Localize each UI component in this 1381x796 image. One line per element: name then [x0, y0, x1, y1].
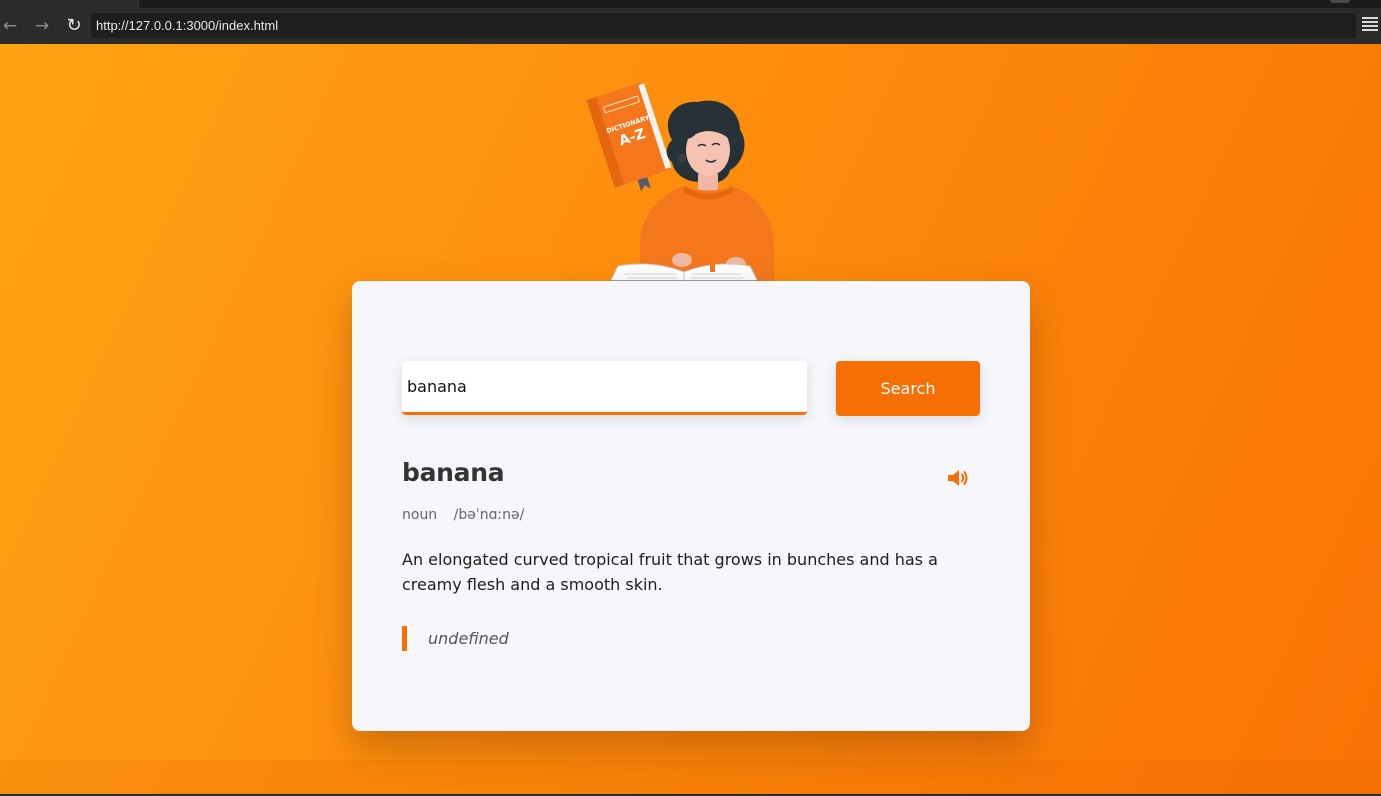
result-word: banana	[402, 458, 505, 487]
word-example: undefined	[402, 626, 509, 651]
word-details: noun /bəˈnɑːnə/	[402, 507, 524, 523]
browser-tab-strip	[0, 0, 1381, 8]
search-input[interactable]	[402, 361, 807, 415]
address-bar[interactable]: http://127.0.0.1:3000/index.html	[91, 13, 1356, 38]
page-floor-shade	[0, 760, 1381, 794]
search-button[interactable]: Search	[836, 361, 980, 416]
hamburger-menu-icon[interactable]	[1362, 17, 1378, 35]
part-of-speech: noun	[402, 507, 438, 523]
back-button[interactable]: ←	[0, 14, 22, 38]
reload-button[interactable]: ↻	[62, 14, 86, 38]
forward-button[interactable]: →	[30, 14, 54, 38]
dictionary-book-icon: DICTIONARY A-Z	[586, 82, 672, 192]
word-definition: An elongated curved tropical fruit that …	[402, 550, 938, 594]
reader-illustration: DICTIONARY A-Z	[586, 82, 774, 282]
arrow-left-icon: ←	[2, 16, 18, 36]
dictionary-card: Search banana noun /bəˈnɑːnə/ An elongat…	[352, 281, 1030, 731]
tab-indicator	[1330, 0, 1350, 3]
page-viewport: DICTIONARY A-Z Search	[0, 44, 1381, 794]
reload-icon: ↻	[66, 15, 82, 36]
arrow-right-icon: →	[34, 16, 50, 36]
volume-up-icon	[948, 470, 968, 486]
phonetic: /bəˈnɑːnə/	[453, 507, 525, 523]
browser-tab[interactable]	[138, 0, 1381, 8]
play-sound-button[interactable]	[946, 467, 970, 489]
browser-toolbar: ← → ↻ http://127.0.0.1:3000/index.html	[0, 8, 1381, 44]
